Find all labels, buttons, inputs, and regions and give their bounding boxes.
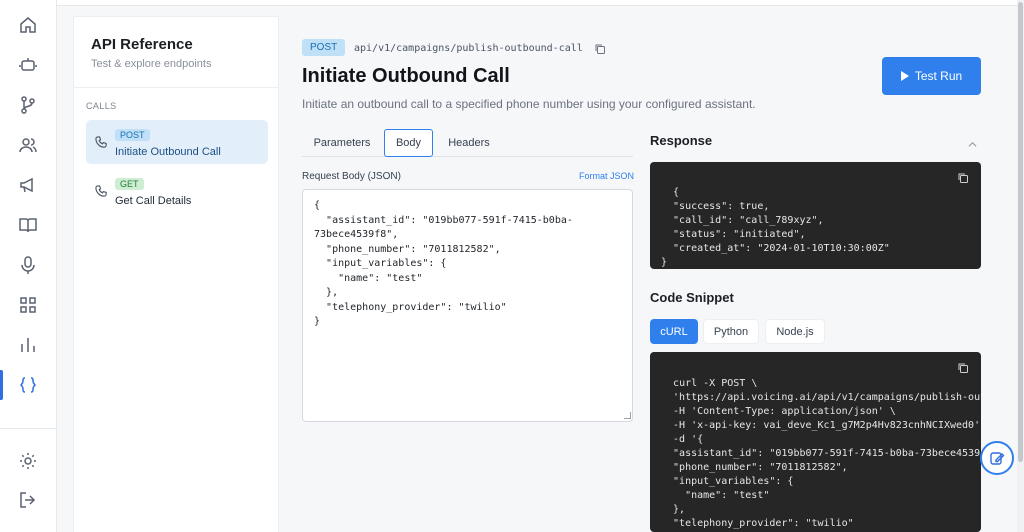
endpoint-label: Initiate Outbound Call (115, 146, 221, 158)
response-body: { "success": true, "call_id": "call_789x… (661, 187, 890, 268)
response-code-block: { "success": true, "call_id": "call_789x… (650, 162, 981, 269)
copy-icon[interactable] (957, 362, 969, 374)
feedback-edit-button[interactable] (980, 441, 1014, 475)
request-body-editor[interactable]: { "assistant_id": "019bb077-591f-7415-b0… (302, 189, 633, 422)
edit-icon (990, 452, 1005, 465)
code-snippet-heading: Code Snippet (650, 290, 734, 305)
request-body-label: Request Body (JSON) (302, 171, 401, 182)
tab-curl[interactable]: cURL (650, 319, 698, 344)
tab-parameters[interactable]: Parameters (302, 129, 382, 157)
phone-icon (95, 136, 108, 149)
test-run-button[interactable]: Test Run (882, 57, 981, 95)
scrollbar-thumb[interactable] (1018, 2, 1023, 462)
copy-icon[interactable] (957, 172, 969, 184)
logout-icon[interactable] (18, 490, 38, 510)
book-icon[interactable] (18, 215, 38, 235)
page-title: Initiate Outbound Call (302, 65, 510, 87)
settings-icon[interactable] (18, 451, 38, 471)
phone-icon (95, 185, 108, 198)
megaphone-icon[interactable] (18, 175, 38, 195)
snippet-code: curl -X POST \ 'https://api.voicing.ai/a… (673, 378, 981, 529)
flow-icon[interactable] (18, 95, 38, 115)
method-badge: POST (115, 129, 150, 141)
endpoint-panel: API Reference Test & explore endpoints C… (73, 16, 279, 532)
section-label: CALLS (86, 101, 117, 111)
method-badge: POST (302, 39, 346, 56)
chevron-up-icon[interactable] (968, 136, 977, 147)
response-heading: Response (650, 133, 713, 148)
users-icon[interactable] (18, 135, 38, 155)
active-indicator (0, 370, 3, 400)
format-json-link[interactable]: Format JSON (579, 171, 634, 181)
endpoint-item-initiate-outbound-call[interactable]: POST Initiate Outbound Call (86, 120, 268, 164)
rail-divider (0, 428, 57, 429)
tab-body[interactable]: Body (384, 129, 433, 157)
top-bar (57, 0, 1017, 6)
panel-subtitle: Test & explore endpoints (91, 58, 212, 70)
bot-icon[interactable] (18, 55, 38, 75)
endpoint-item-get-call-details[interactable]: GET Get Call Details (86, 169, 268, 213)
tab-python[interactable]: Python (703, 319, 759, 344)
home-icon[interactable] (18, 15, 38, 35)
endpoint-path: api/v1/campaigns/publish-outbound-call (354, 43, 583, 54)
braces-icon[interactable] (18, 375, 38, 395)
snippet-code-block: curl -X POST \ 'https://api.voicing.ai/a… (650, 352, 981, 532)
scrollbar[interactable] (1017, 0, 1024, 532)
copy-icon[interactable] (594, 42, 606, 54)
grid-icon[interactable] (18, 295, 38, 315)
mic-icon[interactable] (18, 255, 38, 275)
nav-rail (0, 0, 57, 532)
test-run-label: Test Run (914, 69, 963, 83)
page-description: Initiate an outbound call to a specified… (302, 97, 756, 111)
chart-icon[interactable] (18, 335, 38, 355)
resize-handle[interactable] (624, 412, 631, 419)
tab-nodejs[interactable]: Node.js (765, 319, 825, 344)
panel-title: API Reference (91, 36, 193, 53)
endpoint-label: Get Call Details (115, 195, 192, 207)
method-badge: GET (115, 178, 144, 190)
request-tabs: Parameters Body Headers (302, 129, 633, 157)
panel-divider (74, 87, 278, 88)
tab-headers[interactable]: Headers (438, 129, 500, 157)
play-icon (900, 71, 909, 81)
